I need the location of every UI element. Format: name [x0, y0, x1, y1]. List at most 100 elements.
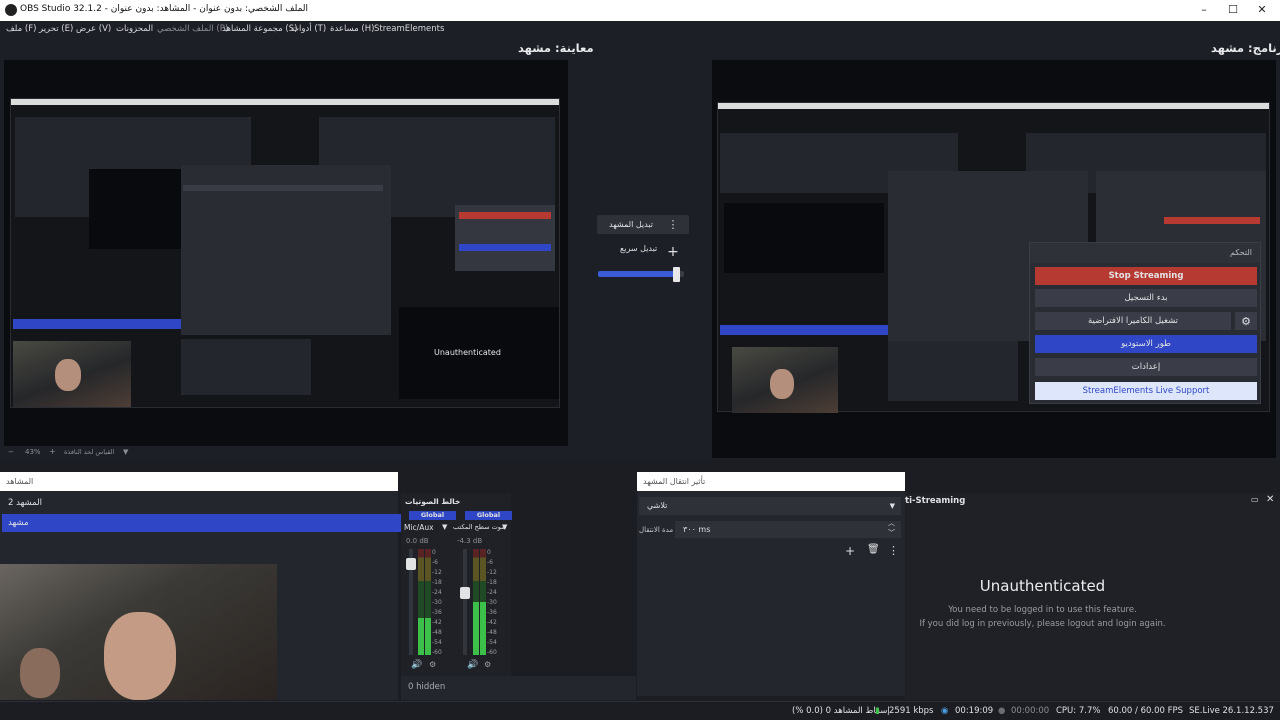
- mic-mute-icon[interactable]: 🔊: [411, 660, 422, 670]
- menu-bar: ملف (F) تحرير (E) عرض (V) المحزونات المل…: [0, 21, 1280, 39]
- desktop-channel-name: صوت سطح المكتب: [453, 523, 507, 531]
- close-button[interactable]: ✕: [1248, 2, 1276, 18]
- preview-screenshot: [10, 98, 560, 408]
- se-dock-float-icon[interactable]: ▭: [1251, 495, 1259, 504]
- cpu-usage: CPU: 7.7%: [1056, 706, 1101, 716]
- se-unauth-line1: You need to be logged in to use this fea…: [948, 605, 1137, 615]
- mic-meter-scale: 0 -6 -12 -18 -24 -30 -36 -42 -48 -54 -60: [432, 549, 446, 656]
- zoom-in-icon[interactable]: +: [49, 447, 56, 456]
- se-dock: ti-Streaming ▭ ✕ Unauthenticated You nee…: [905, 493, 1280, 700]
- scene-item-2[interactable]: المشهد 2: [2, 494, 408, 512]
- more-options-icon[interactable]: ⋮: [664, 215, 682, 234]
- remove-transition-icon[interactable]: 🗑: [867, 544, 880, 555]
- menu-scene-collection[interactable]: مجموعة المشاهد (S): [222, 24, 297, 34]
- se-live-support-button[interactable]: StreamElements Live Support: [1035, 382, 1257, 400]
- mic-channel-name: Mic/Aux: [404, 523, 434, 532]
- mic-properties-icon[interactable]: ⚙: [429, 660, 436, 669]
- meter-scale-tick: -42: [432, 619, 442, 626]
- transition-select[interactable]: تلاشي ▼: [639, 497, 901, 515]
- meter-scale-tick: -48: [432, 629, 442, 636]
- meter-bar-level: [418, 617, 424, 655]
- desktop-db: -4.3 dB: [457, 537, 483, 545]
- se-dock-close-icon[interactable]: ✕: [1266, 494, 1274, 505]
- studio-mode-button[interactable]: طور الاستوديو: [1035, 335, 1257, 353]
- fps: 60.00 / 60.00 FPS: [1108, 706, 1184, 716]
- menu-view[interactable]: عرض (V): [76, 24, 111, 34]
- menu-docks[interactable]: المحزونات: [116, 24, 153, 34]
- desktop-dropdown-icon[interactable]: ▼: [502, 523, 507, 531]
- duration-spin-icon[interactable]: ︿ ﹀: [888, 518, 895, 538]
- program-title: برنامج: مشهد: [1211, 41, 1280, 55]
- menu-file[interactable]: ملف (F): [6, 24, 36, 34]
- desktop-properties-icon[interactable]: ⚙: [484, 660, 491, 669]
- add-transition-icon[interactable]: +: [845, 544, 855, 558]
- meter-scale-tick: -54: [432, 639, 442, 646]
- start-recording-button[interactable]: بدء التسجيل: [1035, 289, 1257, 307]
- mic-db: 0.0 dB: [406, 537, 429, 545]
- menu-help[interactable]: مساعدة (H): [330, 24, 374, 34]
- menu-tools[interactable]: أدوات (T): [291, 24, 326, 34]
- zoom-out-icon[interactable]: −: [8, 448, 14, 456]
- meter-scale-tick: -24: [487, 589, 497, 596]
- title-bar: OBS Studio 32.1.2 - الملف الشخصي: بدون ع…: [0, 0, 1280, 21]
- status-bar: إسقاط المشاهد 0 (0.0 %) ▮ 2591 kbps ◉ 00…: [0, 701, 1280, 720]
- meter-scale-tick: -18: [487, 579, 497, 586]
- mic-fader-track[interactable]: [406, 549, 416, 655]
- minimize-button[interactable]: –: [1190, 2, 1218, 18]
- stream-icon: ◉: [941, 706, 949, 716]
- settings-button[interactable]: إعدادات: [1035, 358, 1257, 376]
- duration-value: ٣٠٠ ms: [683, 525, 711, 534]
- duration-label: مدة الانتقال: [639, 526, 674, 534]
- menu-streamelements[interactable]: StreamElements: [374, 24, 444, 34]
- mic-dropdown-icon[interactable]: ▼: [442, 523, 447, 531]
- mixer-hidden-count: 0 hidden: [401, 676, 636, 700]
- se-unauth-line2: If you did log in previously, please log…: [919, 619, 1166, 629]
- add-quick-transition-icon[interactable]: +: [664, 243, 682, 261]
- desktop-meter-scale: 0 -6 -12 -18 -24 -30 -36 -42 -48 -54 -60: [487, 549, 501, 656]
- stream-time: 00:19:09: [955, 706, 994, 716]
- record-time: 00:00:00: [1011, 706, 1050, 716]
- meter-scale-tick: -36: [487, 609, 497, 616]
- scene-item-selected[interactable]: مشهد: [2, 514, 408, 532]
- stop-streaming-button[interactable]: Stop Streaming: [1035, 267, 1257, 285]
- tbar-handle[interactable]: [672, 267, 680, 282]
- preview-canvas[interactable]: Unauthenticated: [4, 60, 568, 446]
- mixer-title: خالط الصوتيات: [405, 497, 461, 506]
- meter-scale-tick: -18: [432, 579, 442, 586]
- menu-profile[interactable]: الملف الشخصي (P): [157, 24, 228, 34]
- meter-scale-tick: -30: [487, 599, 497, 606]
- duration-input[interactable]: ٣٠٠ ms ︿ ﹀: [675, 518, 901, 538]
- meter-scale-tick: -54: [487, 639, 497, 646]
- meter-scale-tick: -12: [432, 569, 442, 576]
- se-unauth-heading: Unauthenticated: [979, 577, 1106, 595]
- tbar-slider[interactable]: [598, 267, 684, 282]
- controls-title: التحكم: [1030, 243, 1260, 263]
- scenes-dock: المشاهد المشهد 2 مشهد: [0, 472, 408, 700]
- mic-level-meter: [418, 549, 432, 655]
- meter-scale-tick: -6: [432, 559, 438, 566]
- virtual-camera-button[interactable]: تشغيل الكاميرا الافتراضية: [1035, 312, 1231, 330]
- scene-switch-label: تبديل المشهد: [609, 220, 653, 229]
- signal-icon: ▮: [875, 706, 880, 716]
- meter-bar-level: [473, 602, 479, 655]
- meter-scale-tick: 0: [487, 549, 491, 556]
- tbar-fill: [598, 271, 680, 277]
- zoom-dropdown-icon[interactable]: ▼: [123, 448, 128, 456]
- desktop-level-meter: [473, 549, 487, 655]
- maximize-button[interactable]: ☐: [1219, 2, 1247, 18]
- meter-scale-tick: -30: [432, 599, 442, 606]
- meter-scale-tick: -42: [487, 619, 497, 626]
- meter-scale-tick: -60: [487, 649, 497, 656]
- mic-fader-handle[interactable]: [406, 558, 416, 571]
- meter-bar-level: [480, 602, 486, 655]
- desktop-fader-track[interactable]: [460, 549, 470, 655]
- window-title: OBS Studio 32.1.2 - الملف الشخصي: بدون ع…: [20, 4, 309, 14]
- menu-edit[interactable]: تحرير (E): [39, 24, 73, 34]
- meter-scale-tick: -36: [432, 609, 442, 616]
- desktop-fader-handle[interactable]: [460, 586, 470, 599]
- desktop-mute-icon[interactable]: 🔊: [467, 660, 478, 670]
- zoom-fit-label: القياس لحد النافذة: [64, 448, 115, 456]
- meter-bar-level: [425, 617, 431, 655]
- virtual-camera-settings-icon[interactable]: ⚙: [1235, 312, 1257, 330]
- transition-more-icon[interactable]: ⋮: [888, 544, 899, 557]
